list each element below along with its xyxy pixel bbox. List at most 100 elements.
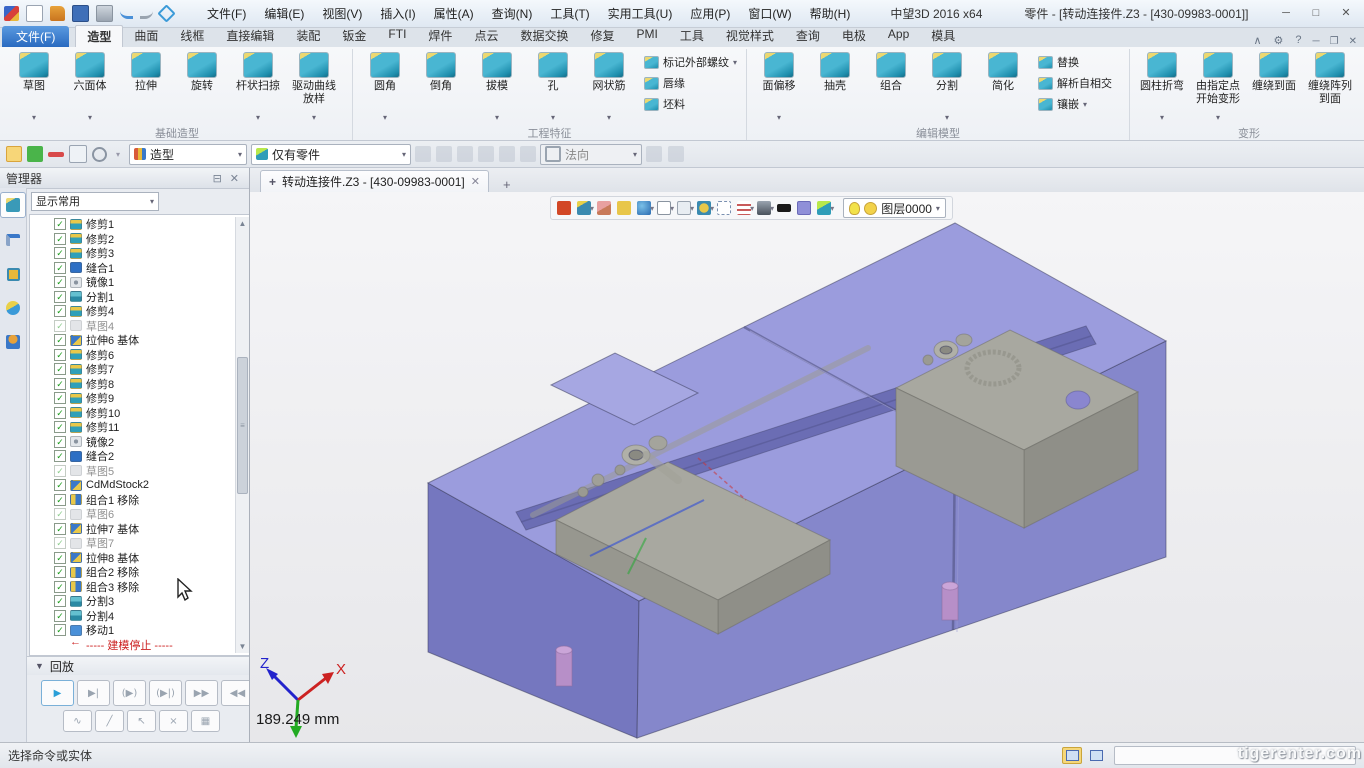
tree-item-checkbox[interactable]: ✓ [54,595,66,607]
tree-item-checkbox[interactable]: ✓ [54,581,66,593]
tree-item-checkbox[interactable]: ✓ [54,305,66,317]
tree-item[interactable]: ✓ 修剪4 [30,304,251,319]
simplify-button[interactable]: 简化 ▾ [975,49,1031,124]
rib-button[interactable]: 网状筋 ▾ [581,49,637,124]
menu-item[interactable]: 视图(V) [314,2,370,25]
combine-button[interactable]: 组合 ▾ [863,49,919,124]
menu-item[interactable]: 工具(T) [542,2,597,25]
part-filter-combo[interactable]: 仅有零件 ▾ [251,144,411,165]
tree-item[interactable]: ✓ 修剪8 [30,377,251,392]
ribbon-tab[interactable]: 模具 [920,25,966,47]
pick-filter-icon[interactable] [520,146,536,162]
model-canvas[interactable]: ▾▾▾▾▾▾▾▾▾▾▾▾▾▾ 图层0000 ▾ [250,192,1364,742]
history-tab-icon[interactable] [0,192,26,218]
stock-button[interactable]: 坯料 ▾ [641,95,740,113]
tree-item-checkbox[interactable]: ✓ [54,276,66,288]
document-tab[interactable]: + 转动连接件.Z3 - [430-09983-0001] ✕ [260,170,489,192]
tree-item[interactable]: ✓ 组合3 移除 [30,580,251,595]
tree-item[interactable]: ✓ CdMdStock2 [30,478,251,493]
tree-item[interactable]: ✓ 草图6 [30,507,251,522]
ribbon-tab[interactable]: 造型 [75,25,123,47]
normal-combo[interactable]: 法向 ▾ [540,144,642,165]
menu-item[interactable]: 帮助(H) [802,2,859,25]
ribbon-tab[interactable]: 修复 [579,25,625,47]
ribbon-tab[interactable]: 电极 [831,25,877,47]
inlay-button[interactable]: 镶嵌 ▾ [1035,95,1123,113]
dropdown-arrow-icon[interactable]: ▾ [1216,113,1220,124]
tree-item-checkbox[interactable]: ✓ [54,262,66,274]
save-icon[interactable] [72,5,89,22]
view-tab-icon[interactable] [1,262,25,286]
doc-restore-button[interactable]: ❐ [1325,36,1344,47]
tree-item[interactable]: ✓ 修剪2 [30,232,251,247]
lasso-icon[interactable] [92,147,107,162]
play-stepwise-button[interactable]: (▶) [113,680,146,706]
close-button[interactable]: ✕ [1332,4,1360,24]
dropdown-arrow-icon[interactable]: ▾ [607,113,611,124]
remove-icon[interactable] [48,152,64,157]
extrude-button[interactable]: 拉伸 ▾ [118,49,174,124]
tree-item-checkbox[interactable]: ✓ [54,624,66,636]
tree-item-checkbox[interactable]: ✓ [54,320,66,332]
undo-icon[interactable] [120,8,133,19]
doc-minimize-button[interactable]: ─ [1308,36,1325,47]
fast-forward-button[interactable]: ▶▶ [185,680,218,706]
window-toggle-icon[interactable] [1086,747,1106,764]
dropdown-arrow-icon[interactable]: ▾ [32,113,36,124]
app-logo-icon[interactable] [4,6,19,21]
minimize-panel-icon[interactable]: ⊟ [209,172,226,185]
menu-item[interactable]: 属性(A) [426,2,482,25]
grid-toggle-icon[interactable] [1062,747,1082,764]
face-offset-button[interactable]: 面偏移 ▾ [751,49,807,124]
tree-item[interactable]: ✓ 修剪10 [30,406,251,421]
tree-item-checkbox[interactable]: ✓ [54,465,66,477]
tree-item[interactable]: ✓ 修剪9 [30,391,251,406]
tree-item-checkbox[interactable]: ✓ [54,407,66,419]
tree-item-checkbox[interactable]: ✓ [54,247,66,259]
rod-sweep-button[interactable]: 杆状扫掠 ▾ [230,49,286,124]
assembly-tab-icon[interactable] [1,228,25,252]
tree-item[interactable]: ✓ 修剪1 [30,217,251,232]
display-filter-combo[interactable]: 显示常用 ▾ [31,192,159,211]
dropdown-arrow-icon[interactable]: ▾ [383,113,387,124]
align-right-icon[interactable] [436,146,452,162]
replace-button[interactable]: 替换 ▾ [1035,53,1123,71]
tree-item[interactable]: ✓ ----- 建模停止 ----- [30,638,251,653]
dropdown-arrow-icon[interactable]: ▾ [551,113,555,124]
ribbon-tab[interactable]: 焊件 [417,25,463,47]
curve-tool-button[interactable]: ∿ [63,710,92,732]
cursor-snap-icon[interactable] [646,146,662,162]
divide-button[interactable]: 分割 ▾ [919,49,975,124]
tree-item-checkbox[interactable]: ✓ [54,494,66,506]
dropdown-arrow-icon[interactable]: ▾ [312,113,316,124]
file-tab[interactable]: 文件(F) [2,26,69,47]
scroll-up-icon[interactable]: ▲ [236,217,249,230]
close-panel-icon[interactable]: ✕ [226,172,243,185]
box-button[interactable]: 六面体 ▾ [62,49,118,124]
ribbon-tab[interactable]: 视觉样式 [715,25,785,47]
tree-item[interactable]: ✓ 组合2 移除 [30,565,251,580]
ribbon-tab[interactable]: 点云 [463,25,509,47]
chamfer-button[interactable]: 倒角 ▾ [413,49,469,124]
dropdown-arrow-icon[interactable]: ▾ [495,113,499,124]
add-icon[interactable] [27,146,43,162]
print-icon[interactable] [96,5,113,22]
distribute-v-icon[interactable] [478,146,494,162]
distribute-h-icon[interactable] [457,146,473,162]
maximize-button[interactable]: □ [1302,4,1330,24]
model-3d-view[interactable]: Z X [250,192,1364,742]
dropdown-arrow-icon[interactable]: ▾ [1083,100,1087,109]
play-button[interactable]: ▶ [41,680,74,706]
tree-item[interactable]: ✓ 镜像2 [30,435,251,450]
new-file-icon[interactable] [26,5,43,22]
wrap-to-face-button[interactable]: 缠绕到面 ▾ [1246,49,1302,124]
visual-style-tab-icon[interactable] [1,296,25,320]
align-left-icon[interactable] [415,146,431,162]
menu-item[interactable]: 插入(I) [372,2,423,25]
deform-from-point-button[interactable]: 由指定点 开始变形 ▾ [1190,49,1246,124]
tree-item-checkbox[interactable]: ✓ [54,508,66,520]
tree-item-checkbox[interactable]: ✓ [54,523,66,535]
settings-icon[interactable]: ⚙ [1268,34,1290,47]
view-refit-icon[interactable] [157,4,175,22]
tree-item[interactable]: ✓ 缝合1 [30,261,251,276]
